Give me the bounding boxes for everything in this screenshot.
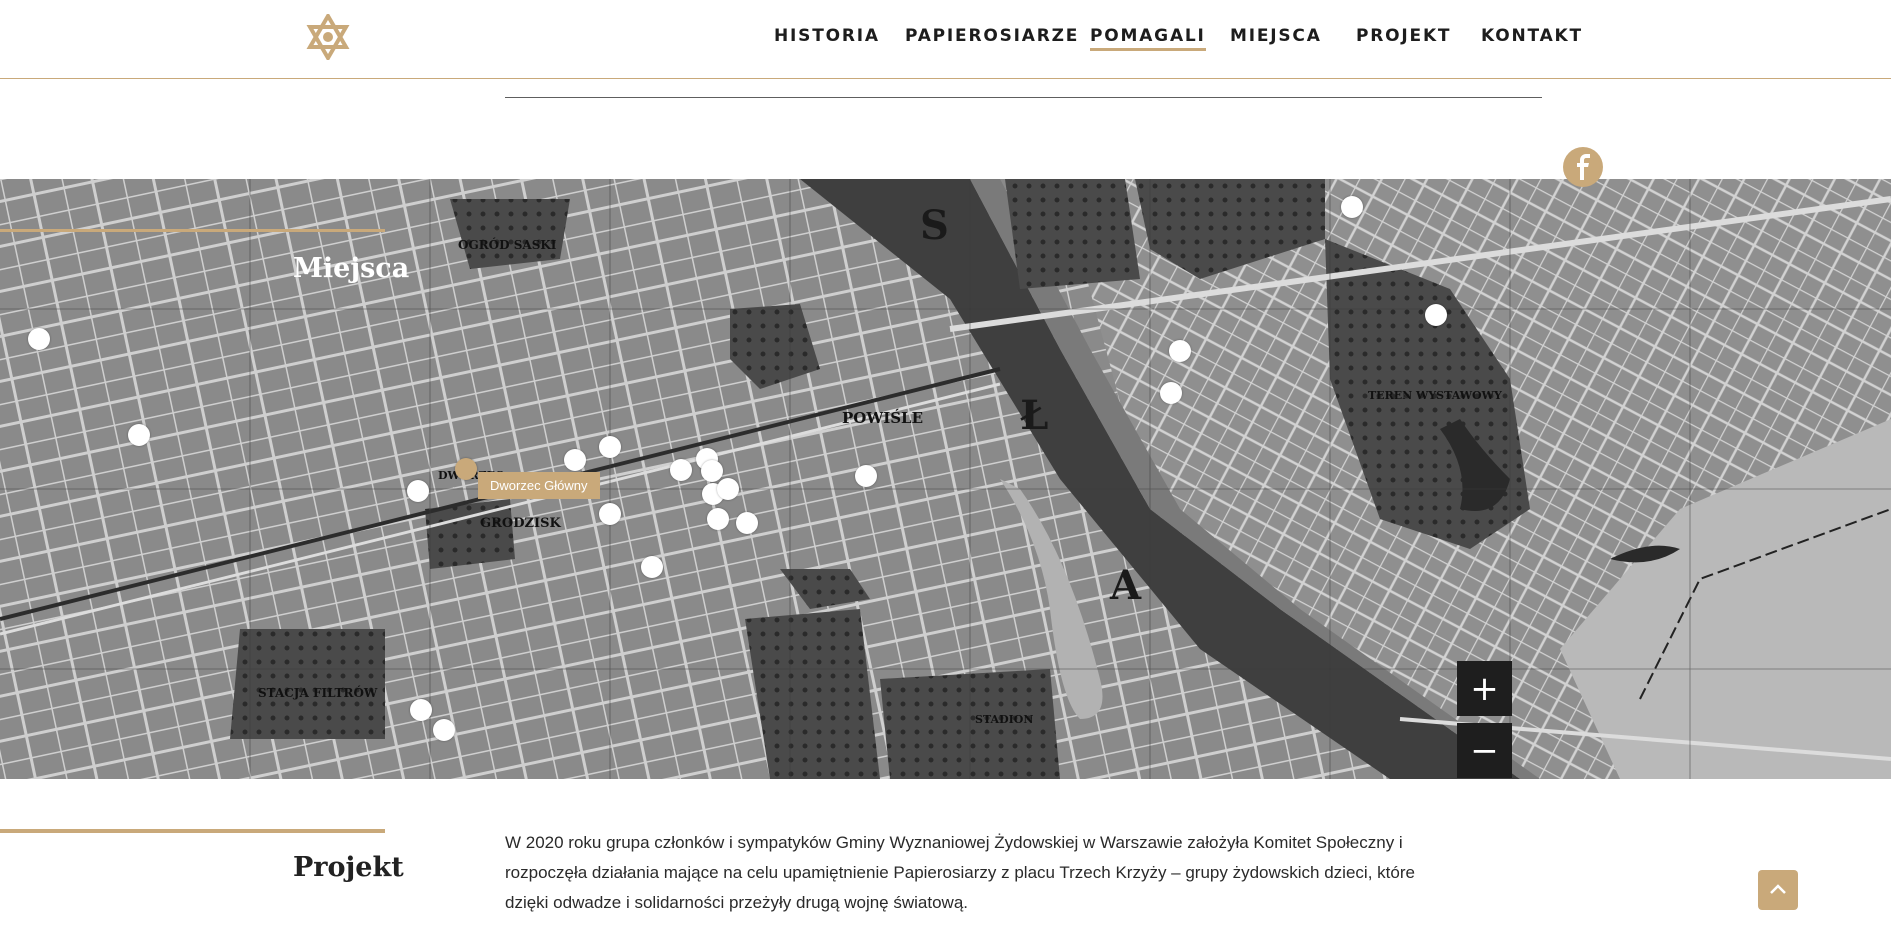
map-marker-active[interactable] [455, 458, 477, 480]
map-marker[interactable] [599, 503, 621, 525]
map-marker[interactable] [1425, 304, 1447, 326]
nav-item-historia[interactable]: HISTORIA [774, 26, 880, 46]
zoom-in-button[interactable]: + [1457, 661, 1512, 716]
map-section-title: Miejsca [293, 253, 410, 284]
project-description: W 2020 roku grupa członków i sympatyków … [505, 833, 1415, 912]
nav-item-kontakt[interactable]: KONTAKT [1481, 26, 1583, 46]
facebook-icon[interactable] [1563, 147, 1603, 187]
map-marker[interactable] [128, 424, 150, 446]
content-divider [505, 97, 1542, 98]
map-label-wisla-a: A [1109, 562, 1142, 609]
map-marker[interactable] [736, 512, 758, 534]
map-label-grodzisk: GRODZISK [480, 516, 561, 531]
map-marker[interactable] [641, 556, 663, 578]
nav-item-papierosiarze[interactable]: PAPIEROSIARZE [905, 26, 1079, 46]
nav-item-projekt[interactable]: PROJEKT [1356, 26, 1451, 46]
map-marker[interactable] [28, 328, 50, 350]
scroll-to-top-button[interactable] [1758, 870, 1798, 910]
map-background: OGRÓD SASKI POWIŚLE STACJA FILTRÓW STADI… [0, 179, 1891, 779]
map-marker[interactable] [433, 719, 455, 741]
map-marker[interactable] [410, 699, 432, 721]
map-marker-tooltip: Dworzec Główny [478, 472, 600, 499]
map-marker[interactable] [407, 480, 429, 502]
project-title-underline [0, 829, 385, 833]
map-marker[interactable] [1341, 196, 1363, 218]
map-label-stadion: STADION [975, 713, 1033, 726]
map-label-wisla-s: S [920, 202, 949, 249]
map-label-wisla-l: Ł [1020, 392, 1048, 439]
zoom-out-button[interactable]: − [1457, 723, 1512, 778]
chevron-up-icon [1770, 881, 1786, 899]
map-label-ogrod-saski: OGRÓD SASKI [458, 236, 557, 252]
nav-item-pomagali[interactable]: POMAGALI [1090, 26, 1206, 51]
nav-item-miejsca[interactable]: MIEJSCA [1230, 26, 1322, 46]
map-marker[interactable] [1169, 340, 1191, 362]
historic-map[interactable]: OGRÓD SASKI POWIŚLE STACJA FILTRÓW STADI… [0, 179, 1891, 779]
map-marker[interactable] [855, 465, 877, 487]
map-marker[interactable] [717, 478, 739, 500]
map-label-stacja-filtrow: STACJA FILTRÓW [258, 684, 378, 700]
map-marker[interactable] [707, 508, 729, 530]
map-title-underline [0, 229, 385, 232]
site-header: HISTORIA PAPIEROSIARZE POMAGALI MIEJSCA … [0, 0, 1891, 79]
map-marker[interactable] [564, 449, 586, 471]
map-label-teren-wystawowy: TEREN WYSTAWOWY [1368, 389, 1502, 402]
project-section-title: Projekt [293, 852, 404, 883]
map-label-powisle: POWIŚLE [842, 409, 923, 427]
map-marker[interactable] [599, 436, 621, 458]
map-marker[interactable] [701, 460, 723, 482]
map-marker[interactable] [670, 459, 692, 481]
main-nav: HISTORIA PAPIEROSIARZE POMAGALI MIEJSCA … [0, 26, 1891, 51]
map-marker[interactable] [1160, 382, 1182, 404]
